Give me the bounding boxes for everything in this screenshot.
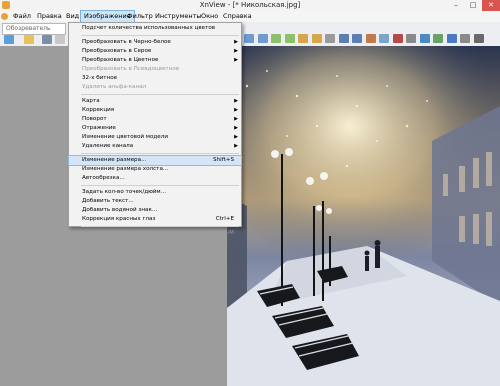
- crop-icon[interactable]: [365, 34, 376, 43]
- fit-icon[interactable]: [325, 34, 335, 43]
- maximize-icon[interactable]: □: [465, 0, 481, 11]
- menu-item-4[interactable]: Фильтр: [124, 11, 156, 22]
- menu-separator: [81, 94, 239, 95]
- image-menu-item[interactable]: Изменение размера... Shift+S: [68, 155, 242, 166]
- window-title: XnView - [* Никольская.jpg]: [199, 1, 301, 9]
- submenu-arrow-icon: ▶: [234, 125, 238, 131]
- rotate-left-icon[interactable]: [338, 34, 349, 43]
- image-menu-item[interactable]: Изменение цветовой модели ▶: [69, 133, 241, 142]
- app-menu-icon[interactable]: [1, 13, 8, 20]
- menu-item-shortcut: Shift+S: [213, 157, 234, 163]
- slideshow-icon[interactable]: [433, 34, 443, 43]
- print-icon[interactable]: [55, 35, 65, 44]
- browser-path-field[interactable]: Обозреватель: [2, 23, 66, 35]
- color-icon[interactable]: [392, 34, 403, 43]
- menu-separator: [81, 226, 239, 227]
- menu-item-label: Изменение цветовой модели: [82, 134, 168, 140]
- menu-item-label: Изменение размера...: [82, 157, 147, 163]
- image-menu-item: Преобразовать в Псевдоцветное: [69, 65, 241, 74]
- menu-item-1[interactable]: Правка: [34, 11, 65, 22]
- image-menu-item: Удалить альфа-канал: [69, 83, 241, 92]
- info-icon[interactable]: [446, 34, 457, 43]
- menu-item-label: Отражение: [82, 125, 116, 131]
- image-menu-item[interactable]: Преобразовать в Серое ▶: [69, 47, 241, 56]
- menu-item-label: Изменить карту цветов...: [82, 230, 158, 236]
- fullscreen-icon[interactable]: [419, 34, 430, 43]
- folder-icon[interactable]: [4, 35, 14, 44]
- image-menu-item[interactable]: Отражение ▶: [69, 124, 241, 133]
- image-menu-item[interactable]: Коррекция красных глаз Ctrl+E: [69, 215, 241, 224]
- menu-item-label: Преобразовать в Черно-белое: [82, 39, 171, 45]
- menu-item-label: Удаление канала: [82, 143, 134, 149]
- image-menu-item[interactable]: Подсчет количества использованных цветов: [69, 24, 241, 33]
- menu-separator: [81, 35, 239, 36]
- menu-item-label: Преобразовать в Серое: [82, 48, 152, 54]
- image-menu-item[interactable]: Поворот ▶: [69, 115, 241, 124]
- minimize-icon[interactable]: –: [448, 0, 464, 11]
- menu-item-2[interactable]: Вид: [63, 11, 82, 22]
- menu-item-0[interactable]: Файл: [10, 11, 34, 22]
- first-icon[interactable]: [271, 34, 281, 43]
- menu-item-label: Автообрезка...: [82, 175, 125, 181]
- menu-item-label: Задать кол-во точек/дюйм...: [82, 189, 166, 195]
- image-menu-item[interactable]: Добавить текст...: [69, 197, 241, 206]
- image-menu-item[interactable]: Преобразовать в Черно-белое ▶: [69, 38, 241, 47]
- menu-item-label: Удалить альфа-канал: [82, 84, 147, 90]
- settings-icon[interactable]: [460, 34, 470, 43]
- submenu-arrow-icon: ▶: [234, 116, 238, 122]
- image-menu-item[interactable]: Изменение размера холста...: [69, 165, 241, 174]
- image-menu-item[interactable]: Коррекция ▶: [69, 106, 241, 115]
- photo-canvas: [227, 46, 500, 386]
- image-menu-item[interactable]: Карта ▶: [69, 97, 241, 106]
- image-menu-item: Изменить карту цветов... Ctrl+M: [69, 229, 241, 238]
- menu-item-label: Подсчет количества использованных цветов: [82, 25, 216, 31]
- image-menu-dropdown: Подсчет количества использованных цветов…: [68, 22, 242, 236]
- image-menu-item[interactable]: Автообрезка...: [69, 174, 241, 183]
- browser-path-text: Обозреватель: [6, 25, 51, 32]
- prev-icon[interactable]: [244, 34, 254, 43]
- submenu-arrow-icon: ▶: [234, 143, 238, 149]
- last-icon[interactable]: [284, 34, 295, 43]
- image-view[interactable]: [227, 46, 500, 386]
- zoom-out-icon[interactable]: [311, 34, 322, 43]
- menu-separator: [81, 185, 239, 186]
- submenu-arrow-icon: ▶: [234, 134, 238, 140]
- menu-item-label: Коррекция красных глаз: [82, 216, 156, 222]
- close-icon[interactable]: ✕: [482, 0, 500, 11]
- help-icon[interactable]: [473, 34, 484, 43]
- resize-icon[interactable]: [379, 34, 389, 43]
- grid-icon[interactable]: [406, 34, 416, 43]
- image-menu-item[interactable]: Задать кол-во точек/дюйм...: [69, 188, 241, 197]
- zoom-in-icon[interactable]: [298, 34, 308, 43]
- save-icon[interactable]: [42, 35, 52, 44]
- menu-item-7[interactable]: Справка: [220, 11, 255, 22]
- open-icon[interactable]: [24, 35, 34, 44]
- image-menu-item[interactable]: Удаление канала ▶: [69, 142, 241, 151]
- menu-item-label: Добавить водяной знак...: [82, 207, 158, 213]
- menu-item-label: Изменение размера холста...: [82, 166, 169, 172]
- image-menu-item[interactable]: Добавить водяной знак...: [69, 206, 241, 215]
- menu-item-label: Преобразовать в Псевдоцветное: [82, 66, 180, 72]
- menu-item-label: Поворот: [82, 116, 107, 122]
- image-menu-item[interactable]: Преобразовать в Цветное ▶: [69, 56, 241, 65]
- menu-item-shortcut: Ctrl+M: [214, 230, 234, 236]
- submenu-arrow-icon: ▶: [234, 39, 238, 45]
- menu-item-5[interactable]: Инструменты: [152, 11, 205, 22]
- menu-item-label: Карта: [82, 98, 100, 104]
- next-icon[interactable]: [257, 34, 268, 43]
- menu-item-6[interactable]: Окно: [198, 11, 221, 22]
- menu-separator: [81, 153, 239, 154]
- rotate-right-icon[interactable]: [352, 34, 362, 43]
- menu-item-label: Добавить текст...: [82, 198, 134, 204]
- menu-item-label: Преобразовать в Цветное: [82, 57, 159, 63]
- submenu-arrow-icon: ▶: [234, 48, 238, 54]
- menu-item-label: Коррекция: [82, 107, 115, 113]
- menu-item-shortcut: Ctrl+E: [215, 216, 234, 222]
- submenu-arrow-icon: ▶: [234, 107, 238, 113]
- submenu-arrow-icon: ▶: [234, 57, 238, 63]
- submenu-arrow-icon: ▶: [234, 98, 238, 104]
- title-bar: XnView - [* Никольская.jpg] – □ ✕: [0, 0, 500, 11]
- image-menu-item[interactable]: 32-х битное: [69, 74, 241, 83]
- menu-item-label: 32-х битное: [82, 75, 118, 81]
